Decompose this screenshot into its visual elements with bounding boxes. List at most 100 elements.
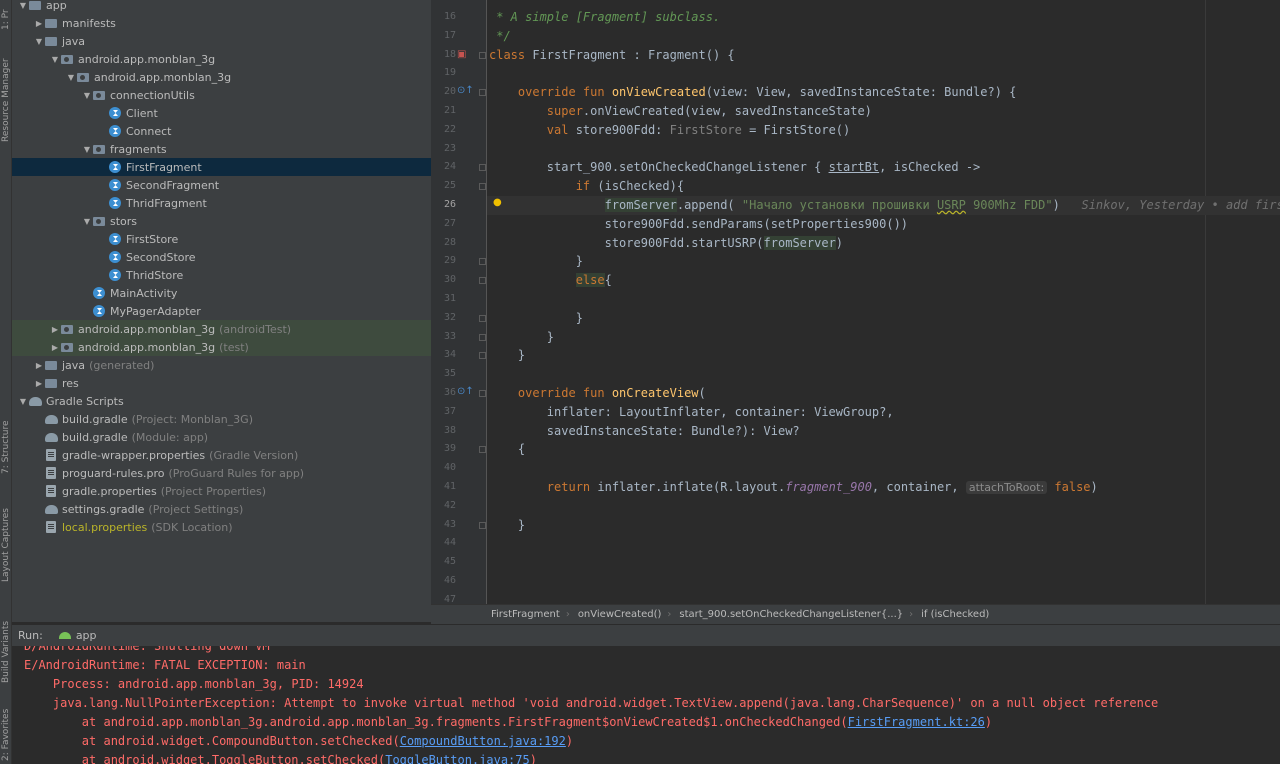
code-line[interactable] [487, 572, 1280, 591]
code-line[interactable] [487, 497, 1280, 516]
code-line[interactable]: } [487, 516, 1280, 535]
code-line[interactable]: override fun onCreateView( [487, 384, 1280, 403]
tree-item[interactable]: ▶ manifests [12, 14, 431, 32]
fold-marker-icon[interactable] [479, 258, 486, 266]
tree-item[interactable]: SecondStore [12, 248, 431, 266]
code-line[interactable]: if (isChecked){ [487, 177, 1280, 196]
code-line[interactable]: else{ [487, 271, 1280, 290]
run-console-output[interactable]: D/AndroidRuntime: Shutting down VM E/Andr… [12, 646, 1280, 764]
collapse-arrow-icon[interactable]: ▶ [34, 361, 44, 370]
code-line[interactable]: savedInstanceState: Bundle?): View? [487, 422, 1280, 441]
tree-item[interactable]: ▼ fragments [12, 140, 431, 158]
stacktrace-link[interactable]: FirstFragment.kt:26 [848, 715, 985, 729]
fold-marker-icon[interactable] [479, 183, 486, 191]
expand-arrow-icon[interactable]: ▼ [66, 73, 76, 82]
code-line[interactable] [487, 140, 1280, 159]
tree-item[interactable]: ▼ android.app.monblan_3g [12, 68, 431, 86]
intention-bulb-icon[interactable]: ● [493, 197, 502, 208]
code-line[interactable]: } [487, 309, 1280, 328]
favorites-tool-tab[interactable]: 2: Favorites [0, 705, 12, 764]
fold-marker-icon[interactable] [479, 446, 486, 454]
run-config-tab[interactable]: app [58, 629, 97, 642]
tree-item[interactable]: settings.gradle (Project Settings) [12, 500, 431, 518]
stacktrace-link[interactable]: ToggleButton.java:75 [385, 753, 530, 764]
tree-item[interactable]: SecondFragment [12, 176, 431, 194]
code-line[interactable]: store900Fdd.startUSRP(fromServer) [487, 234, 1280, 253]
structure-tool-tab[interactable]: 7: Structure [0, 410, 12, 485]
code-line[interactable] [487, 365, 1280, 384]
tree-item[interactable]: Client [12, 104, 431, 122]
tree-item[interactable]: ThridStore [12, 266, 431, 284]
code-line[interactable]: } [487, 252, 1280, 271]
breadcrumb-lambda[interactable]: start_900.setOnCheckedChangeListener{...… [679, 609, 903, 620]
collapse-arrow-icon[interactable]: ▶ [50, 325, 60, 334]
fold-marker-icon[interactable] [479, 314, 486, 322]
class-gutter-icon[interactable]: ▣ [457, 49, 466, 60]
breadcrumb-class[interactable]: FirstFragment [491, 609, 560, 620]
code-line[interactable] [487, 553, 1280, 572]
tree-item[interactable]: ThridFragment [12, 194, 431, 212]
fold-marker-icon[interactable] [479, 277, 486, 285]
fold-marker-icon[interactable] [479, 352, 486, 360]
tree-item[interactable]: ▶ android.app.monblan_3g (test) [12, 338, 431, 356]
tree-item[interactable]: local.properties (SDK Location) [12, 518, 431, 536]
tree-item[interactable]: proguard-rules.pro (ProGuard Rules for ap… [12, 464, 431, 482]
tree-item[interactable]: build.gradle (Module: app) [12, 428, 431, 446]
code-line[interactable] [487, 290, 1280, 309]
fold-marker-icon[interactable] [479, 390, 486, 397]
expand-arrow-icon[interactable]: ▼ [82, 217, 92, 226]
tree-item[interactable]: MainActivity [12, 284, 431, 302]
expand-arrow-icon[interactable]: ▼ [18, 1, 28, 10]
expand-arrow-icon[interactable]: ▼ [82, 145, 92, 154]
tree-item[interactable]: build.gradle (Project: Monblan_3G) [12, 410, 431, 428]
stacktrace-link[interactable]: CompoundButton.java:192 [400, 734, 566, 748]
code-line[interactable]: return inflater.inflate(R.layout.fragmen… [487, 478, 1280, 497]
fold-marker-icon[interactable] [479, 89, 486, 97]
fold-marker-icon[interactable] [479, 521, 486, 529]
code-line[interactable]: */ [487, 27, 1280, 46]
code-line[interactable]: store900Fdd.sendParams(setProperties900(… [487, 215, 1280, 234]
code-line[interactable] [487, 64, 1280, 83]
fold-marker-icon[interactable] [479, 333, 486, 341]
tree-item[interactable]: Connect [12, 122, 431, 140]
resource-manager-tool-tab[interactable]: Resource Manager [0, 55, 12, 145]
breadcrumb-function[interactable]: onViewCreated() [578, 609, 662, 620]
code-line[interactable] [487, 459, 1280, 478]
tree-item[interactable]: ▶ res [12, 374, 431, 392]
code-line[interactable]: override fun onViewCreated(view: View, s… [487, 83, 1280, 102]
tree-item[interactable]: ▼ app [12, 0, 431, 14]
code-line[interactable]: val store900Fdd: FirstStore = FirstStore… [487, 121, 1280, 140]
collapse-arrow-icon[interactable]: ▶ [50, 343, 60, 352]
code-line[interactable]: class FirstFragment : Fragment() { [487, 46, 1280, 65]
tree-item[interactable]: gradle.properties (Project Properties) [12, 482, 431, 500]
tree-item[interactable]: ▼ Gradle Scripts [12, 392, 431, 410]
code-line[interactable]: start_900.setOnCheckedChangeListener { s… [487, 158, 1280, 177]
code-line[interactable]: inflater: LayoutInflater, container: Vie… [487, 403, 1280, 422]
tree-item[interactable]: ▼ stors [12, 212, 431, 230]
tree-item[interactable]: ▼ connectionUtils [12, 86, 431, 104]
expand-arrow-icon[interactable]: ▼ [82, 91, 92, 100]
override-method-icon[interactable]: ⊙↑ [457, 85, 474, 96]
collapse-arrow-icon[interactable]: ▶ [34, 19, 44, 28]
tree-item[interactable]: FirstFragment [12, 158, 431, 176]
build-variants-tool-tab[interactable]: Build Variants [0, 612, 12, 692]
tree-item[interactable]: ▶ android.app.monblan_3g (androidTest) [12, 320, 431, 338]
override-method-icon[interactable]: ⊙↑ [457, 386, 474, 397]
code-line[interactable] [487, 534, 1280, 553]
code-line[interactable]: super.onViewCreated(view, savedInstanceS… [487, 102, 1280, 121]
expand-arrow-icon[interactable]: ▼ [34, 37, 44, 46]
code-line[interactable]: * A simple [Fragment] subclass. [487, 8, 1280, 27]
fold-marker-icon[interactable] [479, 164, 486, 172]
fold-marker-icon[interactable] [479, 51, 486, 59]
breadcrumb-if[interactable]: if (isChecked) [921, 609, 989, 620]
code-line[interactable]: fromServer.append( "Начало установки про… [487, 196, 1280, 215]
expand-arrow-icon[interactable]: ▼ [50, 55, 60, 64]
tree-item[interactable]: ▼ java [12, 32, 431, 50]
tree-item[interactable]: FirstStore [12, 230, 431, 248]
layout-captures-tool-tab[interactable]: Layout Captures [0, 498, 12, 593]
code-line[interactable]: } [487, 346, 1280, 365]
tree-item[interactable]: gradle-wrapper.properties (Gradle Version… [12, 446, 431, 464]
expand-arrow-icon[interactable]: ▼ [18, 397, 28, 406]
code-line[interactable] [487, 591, 1280, 604]
tree-item[interactable]: ▼ android.app.monblan_3g [12, 50, 431, 68]
